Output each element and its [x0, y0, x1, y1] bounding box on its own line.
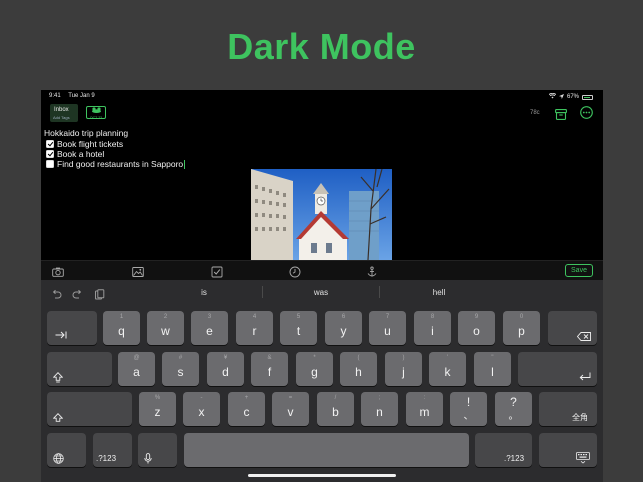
archive-icon[interactable]: [555, 107, 567, 120]
key-l[interactable]: " l: [474, 352, 511, 386]
frog-icon: [87, 107, 105, 116]
key-e[interactable]: 3e: [191, 311, 228, 345]
key-t[interactable]: 5t: [280, 311, 317, 345]
key-k[interactable]: ' k: [429, 352, 466, 386]
top-toolbar: Inbox Add Tags OCT 23 78c: [41, 102, 603, 124]
calendar-date: OCT 23: [89, 116, 103, 120]
suggestion-item[interactable]: was: [291, 288, 351, 297]
key-u[interactable]: 7u: [369, 311, 406, 345]
format-toolbar: Save: [41, 260, 603, 280]
battery-percent: 67%: [566, 94, 579, 100]
status-time: 9:41: [49, 93, 61, 99]
note-title: Hokkaido trip planning: [44, 128, 129, 138]
checklist-item[interactable]: Book a hotel: [46, 149, 104, 159]
key-o[interactable]: 9o: [458, 311, 495, 345]
home-indicator: [248, 474, 396, 477]
shift-key-left[interactable]: [47, 392, 132, 426]
key-h[interactable]: (h: [340, 352, 377, 386]
key-s[interactable]: # s: [162, 352, 199, 386]
keyboard: is was hell 1q 2w 3e 4r 5t 6y 7u 8i 9o 0…: [41, 280, 603, 482]
calendar-button[interactable]: OCT 23: [86, 106, 106, 120]
save-button[interactable]: Save: [565, 264, 593, 277]
checkbox-checked[interactable]: [46, 150, 54, 158]
suggestion-divider: [262, 286, 263, 298]
location-icon: [558, 93, 564, 101]
redo-icon[interactable]: [72, 287, 83, 299]
camera-icon[interactable]: [52, 265, 64, 277]
key-r[interactable]: 4r: [236, 311, 273, 345]
key-c[interactable]: + c: [228, 392, 265, 426]
return-key[interactable]: [518, 352, 597, 386]
caps-lock-key[interactable]: [47, 352, 112, 386]
ipad-screen: 9:41 Tue Jan 9 67% Inbox Add Tags OCT 23…: [41, 90, 603, 482]
character-count: 78c: [530, 110, 540, 116]
battery-icon: [582, 94, 593, 100]
suggestion-divider: [379, 286, 380, 298]
tab-key[interactable]: [47, 311, 97, 345]
numbers-key-right[interactable]: .?123: [475, 433, 532, 467]
inbox-button[interactable]: Inbox Add Tags: [50, 104, 78, 122]
checklist-item-text: Book flight tickets: [57, 139, 124, 149]
paste-icon[interactable]: [94, 287, 105, 300]
suggestion-item[interactable]: is: [174, 288, 234, 297]
note-editor[interactable]: Hokkaido trip planning Book flight ticke…: [41, 125, 603, 260]
key-question[interactable]: ?。: [495, 392, 532, 426]
suggestion-bar: is was hell: [41, 280, 603, 304]
key-g[interactable]: * g: [296, 352, 333, 386]
anchor-icon[interactable]: [366, 265, 378, 277]
key-d[interactable]: ¥ d: [207, 352, 244, 386]
key-i[interactable]: 8i: [414, 311, 451, 345]
suggestion-item[interactable]: hell: [409, 288, 469, 297]
key-w[interactable]: 2w: [147, 311, 184, 345]
clock-icon[interactable]: [289, 265, 301, 278]
key-v[interactable]: = v: [272, 392, 309, 426]
status-bar: 9:41 Tue Jan 9 67%: [41, 90, 603, 102]
kana-width-key[interactable]: 全角: [539, 392, 597, 426]
more-options-icon[interactable]: [580, 106, 593, 119]
attached-photo[interactable]: [251, 169, 392, 260]
image-icon[interactable]: [132, 265, 144, 277]
key-j[interactable]: ) j: [385, 352, 422, 386]
key-m[interactable]: :m: [406, 392, 443, 426]
dismiss-keyboard-key[interactable]: [539, 433, 597, 467]
inbox-label: Inbox: [54, 107, 69, 113]
key-z[interactable]: % z: [139, 392, 176, 426]
space-key[interactable]: [184, 433, 469, 467]
add-tags-label: Add Tags: [53, 115, 70, 120]
key-a[interactable]: @ a: [118, 352, 155, 386]
undo-icon[interactable]: [51, 287, 62, 299]
page-headline: Dark Mode: [227, 26, 416, 67]
key-b[interactable]: / b: [317, 392, 354, 426]
key-q[interactable]: 1q: [103, 311, 140, 345]
checklist-item[interactable]: Book flight tickets: [46, 139, 123, 149]
status-date: Tue Jan 9: [68, 93, 95, 99]
checklist-item-text: Find good restaurants in Sapporo: [57, 159, 184, 169]
globe-key[interactable]: [47, 433, 86, 467]
checklist-item[interactable]: Find good restaurants in Sapporo: [46, 159, 186, 169]
text-cursor: [184, 159, 186, 169]
key-exclamation[interactable]: !、: [450, 392, 487, 426]
checkbox-insert-icon[interactable]: [211, 265, 223, 278]
dictation-key[interactable]: [138, 433, 177, 467]
key-y[interactable]: 6y: [325, 311, 362, 345]
key-x[interactable]: -x: [183, 392, 220, 426]
delete-key[interactable]: [548, 311, 597, 345]
key-p[interactable]: 0p: [503, 311, 540, 345]
wifi-icon: [548, 92, 557, 101]
numbers-key-left[interactable]: .?123: [93, 433, 132, 467]
key-f[interactable]: & f: [251, 352, 288, 386]
checklist-item-text: Book a hotel: [57, 149, 105, 159]
checkbox-unchecked[interactable]: [46, 160, 54, 168]
checkbox-checked[interactable]: [46, 140, 54, 148]
key-n[interactable]: ; n: [361, 392, 398, 426]
